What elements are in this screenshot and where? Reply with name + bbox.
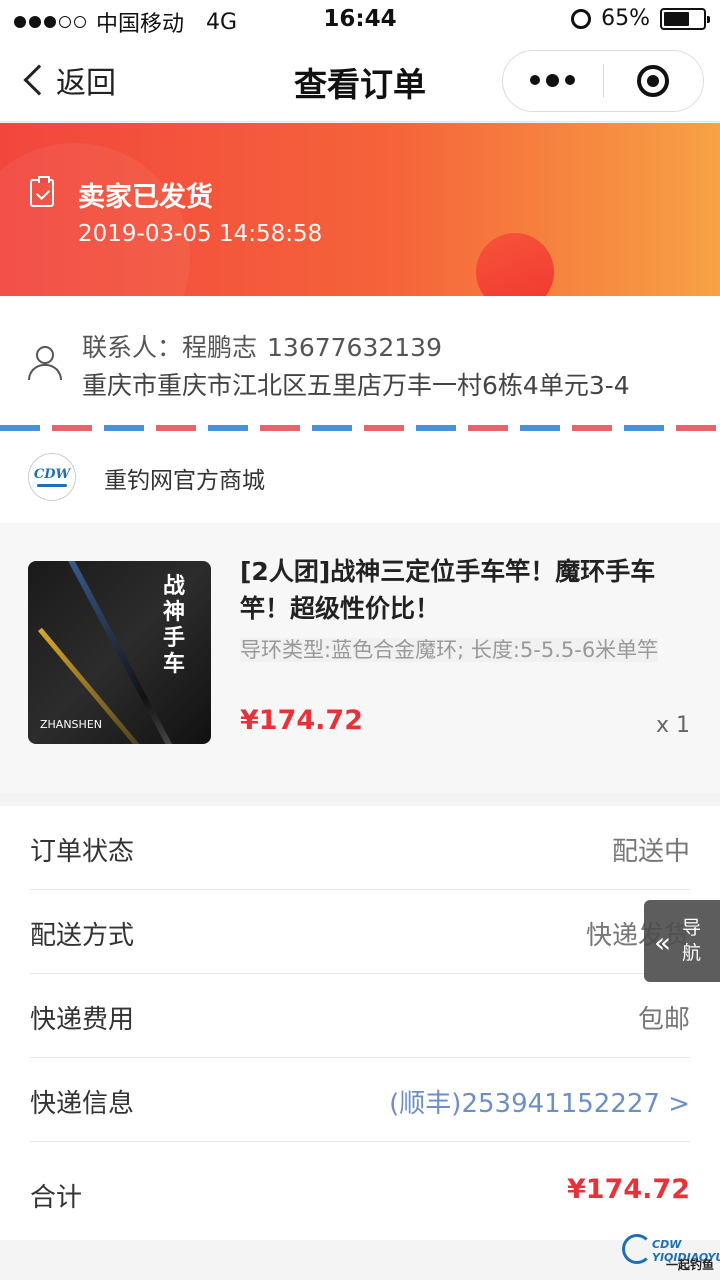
total-row: 合计 ¥174.72 <box>30 1142 690 1242</box>
contact-name: 程鹏志 <box>182 333 258 362</box>
decorative-circle <box>0 143 190 296</box>
product-image-title: 战神手车 <box>163 573 186 677</box>
miniprogram-capsule <box>502 50 704 112</box>
order-status-time: 2019-03-05 14:58:58 <box>78 221 323 247</box>
order-status-row: 订单状态 配送中 <box>30 806 690 890</box>
product-price: ¥174.72 <box>240 705 363 736</box>
contact-line: 联系人：程鹏志 13677632139 <box>82 328 442 364</box>
product-spec: 导环类型:蓝色合金魔环; 长度:5-5.5-6米单竿 <box>240 629 696 671</box>
shop-name: 重钓网官方商城 <box>104 468 265 494</box>
row-label: 配送方式 <box>30 921 135 951</box>
back-label: 返回 <box>56 66 116 101</box>
tracking-info-row[interactable]: 快递信息 (顺丰)253941152227 > <box>30 1058 690 1142</box>
more-dots-icon <box>530 75 541 85</box>
row-label: 快递费用 <box>30 1005 135 1035</box>
status-bar: 中国移动 4G 16:44 65% <box>0 0 720 40</box>
product-item[interactable]: 战神手车 ZHANSHEN [2人团]战神三定位手车竿！魔环手车竿！超级性价比！… <box>0 523 720 793</box>
battery-icon <box>660 7 710 30</box>
row-value: 配送中 <box>611 837 690 867</box>
order-info-list: 订单状态 配送中 配送方式 快递发货 快递费用 包邮 快递信息 (顺丰)2539… <box>0 806 720 1240</box>
product-quantity: x 1 <box>655 713 690 738</box>
product-image: 战神手车 ZHANSHEN <box>28 561 211 744</box>
order-status-title: 卖家已发货 <box>78 182 213 213</box>
back-button[interactable]: 返回 <box>20 58 116 102</box>
watermark-logo: CDW YIQIDIAOYU 一起钓鱼 <box>622 1232 720 1276</box>
battery-percent: 65% <box>601 6 650 31</box>
row-value: 包邮 <box>637 1005 690 1035</box>
watermark-text-cn: 一起钓鱼 <box>666 1258 715 1272</box>
tracking-number-link[interactable]: (顺丰)253941152227 > <box>389 1083 690 1120</box>
navigation-bar: 返回 查看订单 <box>0 40 720 122</box>
clipboard-check-icon <box>30 176 54 207</box>
row-label: 快递信息 <box>30 1089 135 1119</box>
status-right: 65% <box>571 6 710 31</box>
product-spec-text: 导环类型:蓝色合金魔环; 长度:5-5.5-6米单竿 <box>240 638 659 662</box>
shop-header[interactable]: CDW 重钓网官方商城 <box>0 431 720 523</box>
battery-fill <box>664 11 689 26</box>
product-title: [2人团]战神三定位手车竿！魔环手车竿！超级性价比！ <box>240 557 656 623</box>
shipping-address: 联系人：程鹏志 13677632139 重庆市重庆市江北区五里店万丰一村6栋4单元… <box>0 296 720 426</box>
chevron-left-icon <box>23 64 55 96</box>
row-label: 订单状态 <box>30 837 135 867</box>
shipping-fee-row: 快递费用 包邮 <box>30 974 690 1058</box>
product-image-brand: ZHANSHEN <box>40 718 102 731</box>
address-text: 重庆市重庆市江北区五里店万丰一村6栋4单元3-4 <box>82 371 630 400</box>
contact-label: 联系人： <box>82 333 183 362</box>
alarm-icon <box>571 8 592 29</box>
more-button[interactable] <box>503 74 603 87</box>
decorative-circle <box>476 233 554 296</box>
close-miniprogram-button[interactable] <box>604 65 704 97</box>
person-icon <box>28 346 62 380</box>
shop-logo: CDW <box>28 453 76 501</box>
target-icon <box>637 65 670 97</box>
watermark-ring <box>622 1234 652 1264</box>
shop-logo-text: CDW <box>33 466 71 482</box>
floating-nav-label: 导航 <box>682 917 702 964</box>
total-label: 合计 <box>30 1183 83 1213</box>
total-amount: ¥174.72 <box>567 1174 690 1205</box>
floating-nav-button[interactable]: « 导航 <box>644 900 720 982</box>
delivery-method-row: 配送方式 快递发货 <box>30 890 690 974</box>
contact-phone: 13677632139 <box>267 333 442 362</box>
order-status-banner: 卖家已发货 2019-03-05 14:58:58 <box>0 123 720 296</box>
double-chevron-left-icon: « <box>654 926 671 959</box>
